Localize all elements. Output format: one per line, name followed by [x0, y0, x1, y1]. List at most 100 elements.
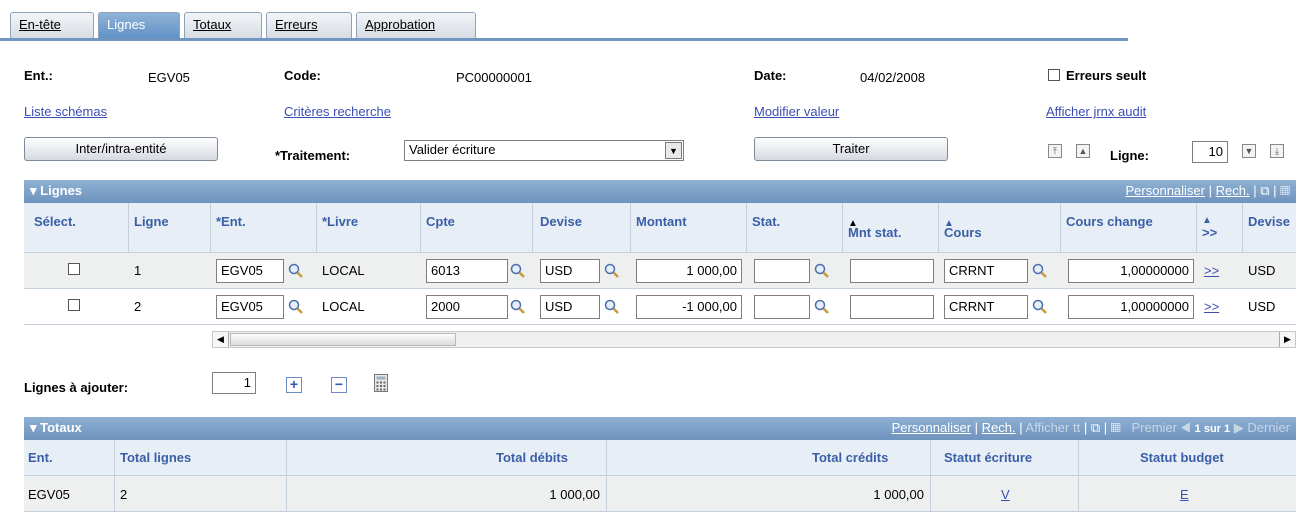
expand-icon[interactable]: ⧉ [1260, 183, 1269, 198]
lookup-icon[interactable] [288, 263, 304, 279]
row-line: 2 [134, 299, 142, 314]
inter-intra-button[interactable]: Inter/intra-entité [24, 137, 218, 161]
total-ent: EGV05 [28, 487, 70, 502]
row-rate-input[interactable]: 1,00000000 [1068, 259, 1194, 283]
total-lines: 2 [120, 487, 128, 502]
row-select-checkbox[interactable] [68, 299, 80, 311]
row-account-input[interactable]: 2000 [426, 295, 508, 319]
col-stat-amount[interactable]: Mnt stat. ▲ [848, 214, 901, 240]
search-link[interactable]: Rech. [1216, 183, 1250, 198]
previous-line-icon[interactable]: ▲ [1076, 144, 1090, 158]
spreadsheet-icon[interactable]: ▦ [1111, 420, 1121, 435]
add-row-icon[interactable]: + [286, 377, 302, 393]
row-currency-input[interactable]: USD [540, 259, 600, 283]
row-amount-input[interactable]: 1 000,00 [636, 259, 742, 283]
scroll-right-icon[interactable]: ▶ [1279, 332, 1295, 347]
tab-en-tete[interactable]: En-tête [10, 12, 94, 39]
column-divider [1060, 203, 1061, 252]
lookup-icon[interactable] [1032, 263, 1048, 279]
col-rate-type[interactable]: Cours ▲ [944, 214, 982, 240]
tab-approbation[interactable]: Approbation [356, 12, 476, 39]
column-divider [1196, 203, 1197, 252]
col-more[interactable]: >> ▲ [1202, 214, 1217, 240]
modify-value-link[interactable]: Modifier valeur [754, 104, 839, 119]
col-currency2: Devise [1248, 214, 1290, 229]
delete-row-icon[interactable]: − [331, 377, 347, 393]
last-line-icon[interactable]: ⤓ [1270, 144, 1284, 158]
last-link[interactable]: Dernier [1247, 420, 1290, 435]
row-amount-input[interactable]: -1 000,00 [636, 295, 742, 319]
column-divider [286, 476, 287, 511]
row-rate-type-input[interactable]: CRRNT [944, 259, 1028, 283]
expand-icon[interactable]: ⧉ [1091, 420, 1100, 435]
row-rate-type-input[interactable]: CRRNT [944, 295, 1028, 319]
scrollbar-thumb[interactable] [230, 333, 456, 346]
next-line-icon[interactable]: ▼ [1242, 144, 1256, 158]
col-book: *Livre [322, 214, 359, 229]
tab-label: En-tête [19, 17, 61, 32]
errors-only-checkbox[interactable] [1048, 69, 1060, 81]
row-stat-amount-input[interactable] [850, 259, 934, 283]
row-ent-input[interactable]: EGV05 [216, 295, 284, 319]
next-page-icon[interactable]: ▶ [1234, 420, 1244, 435]
show-all-link[interactable]: Afficher tt [1026, 420, 1081, 435]
lookup-icon[interactable] [604, 299, 620, 315]
lookup-icon[interactable] [814, 263, 830, 279]
col-rate: Cours change [1066, 214, 1153, 229]
first-link[interactable]: Premier [1131, 420, 1177, 435]
row-currency-input[interactable]: USD [540, 295, 600, 319]
previous-page-icon[interactable]: ◀ [1181, 420, 1191, 435]
row-ent-input[interactable]: EGV05 [216, 259, 284, 283]
budget-status-link[interactable]: E [1180, 487, 1189, 502]
lines-grid-tools: Personnaliser | Rech. | ⧉ | ▦ [1125, 183, 1291, 198]
row-stat-input[interactable] [754, 295, 810, 319]
process-button[interactable]: Traiter [754, 137, 948, 161]
row-rate-input[interactable]: 1,00000000 [1068, 295, 1194, 319]
customize-link[interactable]: Personnaliser [892, 420, 972, 435]
ent-label: Ent.: [24, 68, 53, 83]
row-more-link[interactable]: >> [1204, 263, 1219, 278]
schemas-link[interactable]: Liste schémas [24, 104, 107, 119]
tab-totaux[interactable]: Totaux [184, 12, 262, 39]
horizontal-scrollbar[interactable]: ◀ ▶ [212, 331, 1296, 348]
date-value: 04/02/2008 [860, 70, 926, 85]
column-divider [606, 440, 607, 475]
chevron-down-icon[interactable]: ▼ [665, 142, 682, 159]
customize-link[interactable]: Personnaliser [1126, 183, 1206, 198]
col-stat-amount-label: Mnt stat. [848, 225, 902, 240]
lookup-icon[interactable] [510, 263, 526, 279]
row-account-input[interactable]: 6013 [426, 259, 508, 283]
tab-lignes[interactable]: Lignes [98, 12, 180, 40]
search-link[interactable]: Rech. [982, 420, 1016, 435]
line-input[interactable]: 10 [1192, 141, 1228, 163]
lookup-icon[interactable] [814, 299, 830, 315]
column-divider [210, 203, 211, 252]
ent-value: EGV05 [148, 70, 190, 85]
lookup-icon[interactable] [510, 299, 526, 315]
lookup-icon[interactable] [604, 263, 620, 279]
audit-log-link[interactable]: Afficher jrnx audit [1046, 104, 1146, 119]
row-select-checkbox[interactable] [68, 263, 80, 275]
lookup-icon[interactable] [288, 299, 304, 315]
add-lines-input[interactable]: 1 [212, 372, 256, 394]
scroll-left-icon[interactable]: ◀ [213, 332, 229, 347]
col-ent: *Ent. [216, 214, 246, 229]
search-criteria-link[interactable]: Critères recherche [284, 104, 391, 119]
calculator-icon[interactable] [374, 374, 388, 392]
column-divider [114, 440, 115, 475]
lookup-icon[interactable] [1032, 299, 1048, 315]
row-more-link[interactable]: >> [1204, 299, 1219, 314]
row-stat-amount-input[interactable] [850, 295, 934, 319]
lines-grid-title: ▾ Lignes [30, 183, 83, 198]
first-line-icon[interactable]: ⤒ [1048, 144, 1062, 158]
row-stat-input[interactable] [754, 259, 810, 283]
spreadsheet-icon[interactable]: ▦ [1280, 183, 1290, 198]
totals-grid-header: ▾ Totaux Personnaliser | Rech. | Affiche… [24, 417, 1296, 440]
col-total-credits: Total crédits [812, 450, 889, 465]
lines-column-header: Sélect. Ligne *Ent. *Livre Cpte Devise M… [24, 203, 1296, 253]
entry-status-link[interactable]: V [1001, 487, 1010, 502]
column-divider [316, 203, 317, 252]
col-select: Sélect. [34, 214, 76, 229]
tab-erreurs[interactable]: Erreurs [266, 12, 352, 39]
processing-select[interactable]: Valider écriture ▼ [404, 140, 684, 161]
